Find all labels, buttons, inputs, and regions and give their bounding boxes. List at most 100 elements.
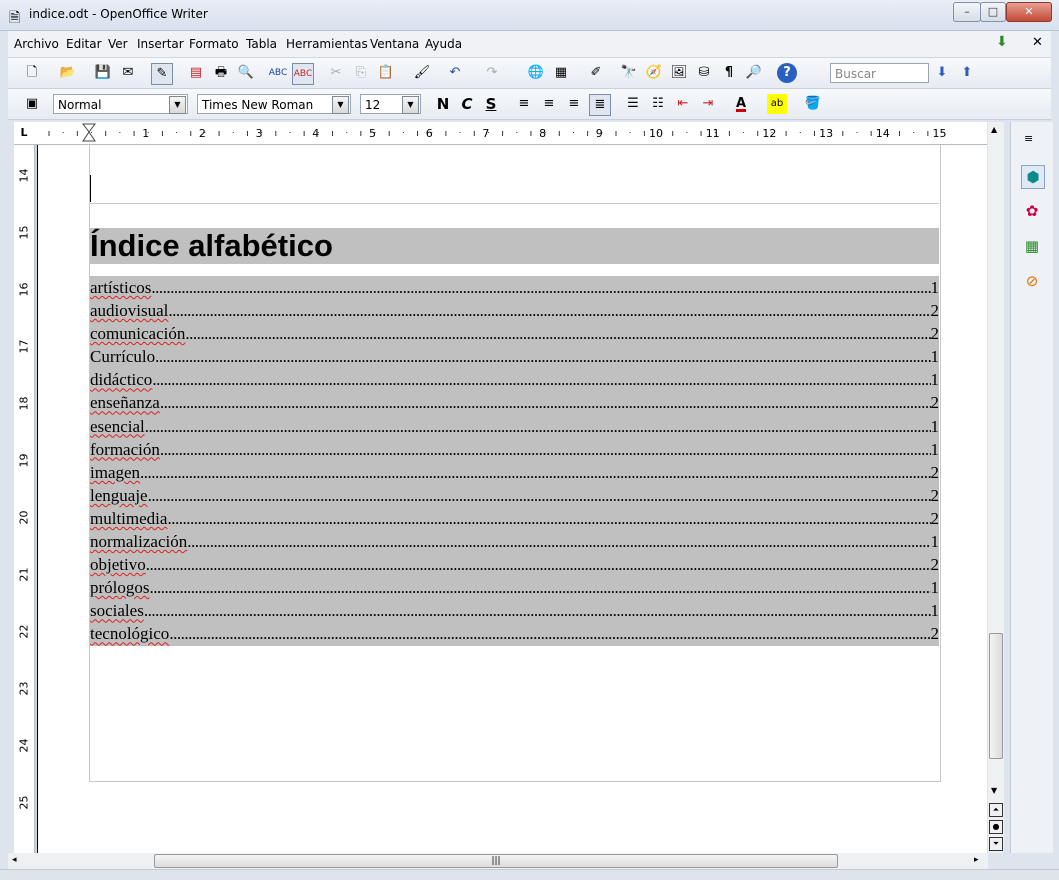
close-document-icon[interactable]: ✕ — [1032, 35, 1043, 50]
hyperlink-icon[interactable]: 🌐 — [526, 63, 546, 83]
find-replace-icon[interactable]: 🔭 — [619, 63, 639, 83]
horizontal-scroll-thumb[interactable]: ||| — [154, 854, 838, 868]
menu-ver[interactable]: Ver — [108, 37, 128, 51]
paste-icon[interactable]: 📋 — [376, 63, 396, 83]
open-folder-icon[interactable]: 📂 — [58, 63, 78, 83]
ruler-label: 18 — [17, 396, 31, 411]
document-page[interactable]: Índice alfabético artísticos............… — [37, 145, 987, 853]
tab-stop-selector[interactable]: L — [14, 122, 35, 145]
find-next-icon[interactable]: ⬇ — [932, 63, 952, 83]
ruler-label: 15 — [933, 127, 947, 140]
navigation-icon[interactable]: ● — [989, 820, 1003, 834]
chevron-down-icon[interactable]: ▼ — [169, 96, 186, 114]
menu-ventana[interactable]: Ventana — [370, 37, 419, 51]
scroll-left-icon[interactable]: ◂ — [12, 855, 17, 865]
underline-button[interactable]: S — [481, 94, 501, 114]
redo-icon[interactable]: ↷ — [482, 63, 502, 83]
scroll-down-icon[interactable]: ▼ — [991, 786, 997, 795]
menu-ayuda[interactable]: Ayuda — [425, 37, 462, 51]
styles-formatting-icon[interactable]: ▣ — [22, 94, 42, 114]
next-page-icon[interactable]: ⏷ — [989, 837, 1003, 851]
decrease-indent-icon[interactable]: ⇤ — [673, 94, 693, 114]
vertical-scroll-thumb[interactable] — [989, 633, 1003, 759]
increase-indent-icon[interactable]: ⇥ — [698, 94, 718, 114]
data-sources-icon[interactable]: ⛁ — [694, 63, 714, 83]
copy-icon[interactable]: ⎘ — [351, 63, 371, 83]
background-color-icon[interactable]: 🪣 — [803, 94, 823, 114]
edit-mode-icon[interactable]: ✎ — [151, 63, 173, 85]
save-icon[interactable]: 💾 — [93, 63, 113, 83]
menu-insertar[interactable]: Insertar — [137, 37, 184, 51]
menu-tabla[interactable]: Tabla — [246, 37, 277, 51]
font-name-select[interactable]: Times New Roman ▼ — [197, 94, 351, 114]
highlighting-icon[interactable]: ab — [767, 94, 787, 114]
print-icon[interactable]: 🖶 — [211, 63, 231, 83]
autospellcheck-icon[interactable]: ABC — [292, 63, 314, 85]
index-entry: audiovisual.............................… — [90, 299, 939, 322]
navigator-sidebar-icon[interactable]: ⊘ — [1021, 270, 1043, 292]
ruler-label: 19 — [17, 453, 31, 468]
export-pdf-icon[interactable]: ▤ — [186, 63, 206, 83]
cut-icon[interactable]: ✂ — [326, 63, 346, 83]
find-previous-icon[interactable]: ⬆ — [957, 63, 977, 83]
index-entry: multimedia..............................… — [90, 507, 939, 530]
font-size-select[interactable]: 12 ▼ — [360, 94, 421, 114]
font-color-icon[interactable]: A — [731, 94, 751, 114]
navigator-icon[interactable]: 🧭 — [644, 63, 664, 83]
undo-icon[interactable]: ↶ — [445, 63, 465, 83]
styles-icon[interactable]: ✿ — [1021, 200, 1043, 222]
gallery-icon[interactable]: 🖼 — [669, 63, 689, 83]
email-icon[interactable]: ✉ — [118, 63, 138, 83]
index-page-number: 2 — [930, 393, 940, 413]
menu-formato[interactable]: Formato — [189, 37, 239, 51]
align-right-icon[interactable]: ≡ — [564, 94, 584, 114]
gallery-sidebar-icon[interactable]: ▦ — [1021, 235, 1043, 257]
maximize-button[interactable]: □ — [980, 2, 1006, 22]
bullets-icon[interactable]: ☷ — [648, 94, 668, 114]
paragraph-style-select[interactable]: Normal ▼ — [53, 94, 188, 114]
search-input[interactable]: Buscar — [830, 63, 929, 83]
index-page-number: 2 — [930, 624, 940, 644]
align-center-icon[interactable]: ≡ — [539, 94, 559, 114]
index-leader: ........................................… — [145, 555, 931, 575]
new-document-icon[interactable]: 🗋 — [22, 63, 42, 83]
document-area[interactable]: Índice alfabético artísticos............… — [35, 145, 987, 853]
indent-marker[interactable] — [82, 123, 96, 142]
index-term: objetivo — [90, 555, 146, 575]
justify-icon[interactable]: ≣ — [589, 94, 611, 116]
table-icon[interactable]: ▦ — [551, 63, 571, 83]
scroll-right-icon[interactable]: ▸ — [974, 855, 979, 865]
align-left-icon[interactable]: ≡ — [514, 94, 534, 114]
numbering-icon[interactable]: ☰ — [623, 94, 643, 114]
download-update-icon[interactable]: ⬇ — [996, 34, 1008, 50]
menu-editar[interactable]: Editar — [66, 37, 102, 51]
zoom-icon[interactable]: 🔎 — [744, 63, 764, 83]
index-term: tecnológico — [90, 624, 170, 644]
minimize-button[interactable]: – — [953, 2, 981, 22]
scroll-up-icon[interactable]: ▲ — [991, 125, 997, 134]
properties-icon[interactable]: ⬢ — [1021, 165, 1045, 189]
close-button[interactable]: ✕ — [1006, 2, 1052, 22]
menu-archivo[interactable]: Archivo — [14, 37, 59, 51]
draw-functions-icon[interactable]: ✐ — [586, 63, 606, 83]
spellcheck-icon[interactable]: ABC — [268, 63, 288, 83]
menu-herramientas[interactable]: Herramientas — [286, 37, 368, 51]
sidebar-menu-icon[interactable]: ≡ — [1024, 132, 1033, 145]
clone-format-icon[interactable]: 🖌 — [412, 63, 432, 83]
horizontal-ruler[interactable]: 1 2 3 4 5 6 7 8 9 10 11 12 13 14 15 — [34, 122, 987, 145]
chevron-down-icon[interactable]: ▼ — [332, 96, 349, 114]
index-entry: tecnológico.............................… — [90, 622, 939, 645]
bold-button[interactable]: N — [433, 94, 453, 114]
index-page-number: 2 — [930, 555, 940, 575]
index-leader: ........................................… — [155, 347, 931, 367]
ruler-label: 5 — [369, 127, 376, 140]
help-icon[interactable]: ? — [777, 63, 797, 83]
ruler-label: 11 — [706, 127, 720, 140]
chevron-down-icon[interactable]: ▼ — [402, 96, 419, 114]
index-entry: didáctico...............................… — [90, 368, 939, 391]
formatting-marks-icon[interactable]: ¶ — [719, 63, 739, 83]
previous-page-icon[interactable]: ⏶ — [989, 803, 1003, 817]
print-preview-icon[interactable]: 🔍 — [236, 63, 256, 83]
vertical-ruler[interactable]: 14 15 16 17 18 19 20 21 22 23 24 25 — [14, 145, 35, 853]
italic-button[interactable]: C — [457, 94, 477, 114]
